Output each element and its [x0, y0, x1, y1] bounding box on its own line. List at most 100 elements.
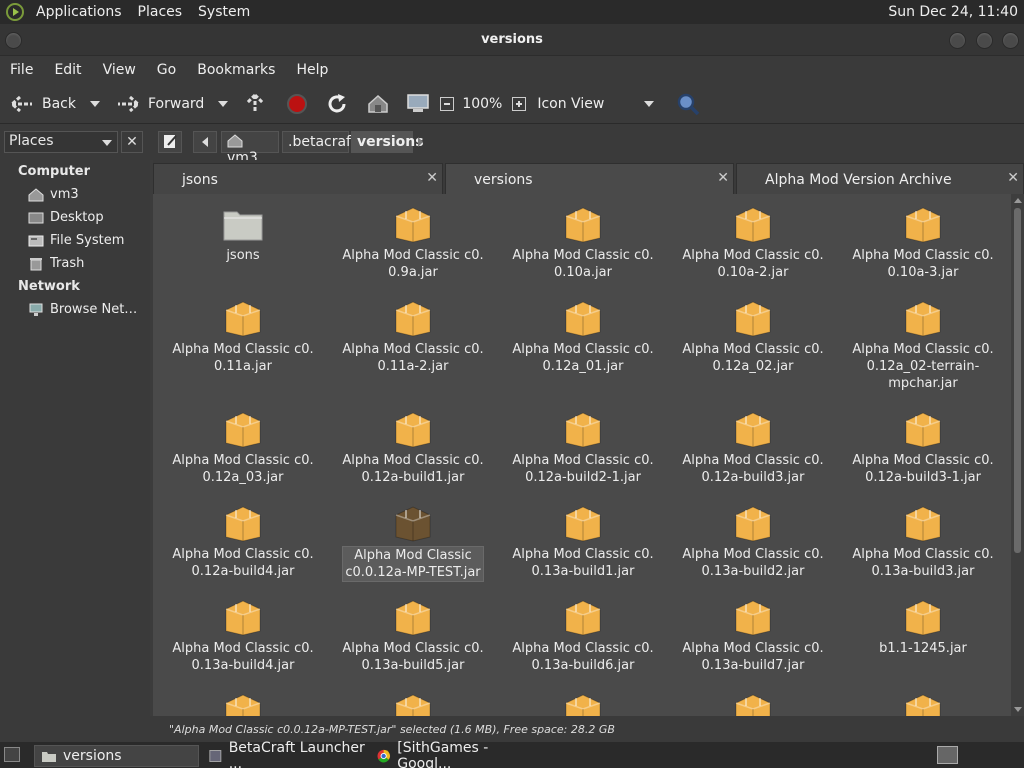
tab-label: Alpha Mod Version Archive — [765, 172, 952, 188]
file-item[interactable]: Alpha Mod Classic c0. 0.9a.jar — [338, 204, 488, 281]
tab-close-icon[interactable]: ✕ — [1007, 170, 1019, 186]
file-item[interactable]: Alpha Mod Classic c0. 0.12a_03.jar — [168, 409, 318, 486]
search-icon[interactable] — [676, 92, 700, 116]
sidebar-item-desktop[interactable]: Desktop — [0, 206, 150, 229]
file-item[interactable]: Alpha Mod Classic c0. 0.12a-build3-1.jar — [848, 409, 998, 486]
close-sidebar-button[interactable]: ✕ — [121, 131, 143, 153]
edit-location-button[interactable] — [158, 131, 182, 153]
file-name-label: Alpha Mod Classic c0. 0.13a-build6.jar — [512, 641, 654, 673]
zoom-out-icon[interactable] — [440, 96, 455, 111]
file-item[interactable]: Alpha Mod Classic c0. 0.12a_01.jar — [508, 298, 658, 375]
reload-icon[interactable] — [326, 93, 348, 115]
vertical-scrollbar[interactable] — [1011, 194, 1024, 716]
file-item[interactable]: Alpha Mod Classic c0. 0.13a-build1.jar — [508, 503, 658, 580]
file-item[interactable] — [508, 691, 658, 716]
places-menu[interactable]: Places — [130, 4, 191, 20]
package-icon — [735, 600, 771, 636]
tab-versions[interactable]: versions ✕ — [445, 163, 734, 194]
file-item[interactable]: Alpha Mod Classic c0. 0.13a-build3.jar — [848, 503, 998, 580]
breadcrumb-vm3[interactable]: vm3 — [221, 131, 279, 166]
tab-close-icon[interactable]: ✕ — [426, 170, 438, 186]
scroll-up-icon[interactable] — [1014, 198, 1022, 203]
breadcrumb-versions[interactable]: versions — [351, 131, 424, 153]
breadcrumb-betacraft[interactable]: .betacraft — [282, 131, 356, 153]
sidebar-item-vm3[interactable]: vm3 — [0, 183, 150, 206]
workspace-switcher[interactable] — [937, 746, 958, 764]
minimize-button[interactable] — [949, 32, 966, 49]
file-name-label: b1.1-1245.jar — [879, 641, 967, 656]
file-item[interactable]: Alpha Mod Classic c0. 0.13a-build5.jar — [338, 597, 488, 674]
view-mode-select[interactable]: Icon View — [537, 84, 655, 123]
home-icon[interactable] — [366, 93, 390, 115]
taskbar-item-betacraft[interactable]: BetaCraft Launcher ... — [202, 740, 370, 768]
show-desktop-icon[interactable] — [4, 747, 20, 762]
sidebar-item-trash[interactable]: Trash — [0, 252, 150, 275]
tab-alpha-mod-version-archive[interactable]: Alpha Mod Version Archive ✕ — [736, 163, 1024, 194]
file-item[interactable]: Alpha Mod Classic c0. 0.13a-build7.jar — [678, 597, 828, 674]
toolbar: Back Forward 100% Icon View — [0, 84, 1024, 124]
menu-bookmarks[interactable]: Bookmarks — [187, 62, 286, 78]
menu-help[interactable]: Help — [286, 62, 339, 78]
maximize-button[interactable] — [976, 32, 993, 49]
file-item[interactable] — [168, 691, 318, 716]
stop-icon[interactable] — [286, 93, 308, 115]
file-item[interactable] — [678, 691, 828, 716]
file-item[interactable] — [848, 691, 998, 716]
up-arrow-icon[interactable] — [244, 93, 266, 115]
file-item[interactable] — [338, 691, 488, 716]
close-button[interactable] — [1002, 32, 1019, 49]
sidebar-item-browse-network[interactable]: Browse Net… — [0, 298, 150, 321]
file-item[interactable]: Alpha Mod Classic c0. 0.12a-build3.jar — [678, 409, 828, 486]
clock[interactable]: Sun Dec 24, 11:40 — [888, 4, 1018, 20]
sidebar-item-file-system[interactable]: File System — [0, 229, 150, 252]
file-item[interactable]: Alpha Mod Classic c0. 0.12a-build2-1.jar — [508, 409, 658, 486]
file-item[interactable]: Alpha Mod Classic c0. 0.12a_02.jar — [678, 298, 828, 375]
computer-icon[interactable] — [406, 93, 430, 115]
file-name-label: Alpha Mod Classic c0. 0.10a-3.jar — [852, 248, 994, 280]
file-item[interactable]: Alpha Mod Classic c0. 0.12a-build1.jar — [338, 409, 488, 486]
window-titlebar[interactable]: versions — [0, 24, 1024, 56]
package-icon — [395, 207, 431, 243]
back-history-arrow-icon[interactable] — [90, 100, 100, 107]
zoom-in-icon[interactable] — [512, 96, 527, 111]
back-button[interactable]: Back — [10, 84, 100, 123]
file-item[interactable]: Alpha Mod Classic c0. 0.10a-3.jar — [848, 204, 998, 281]
forward-button[interactable]: Forward — [116, 84, 229, 123]
file-item[interactable]: Alpha Mod Classic c0. 0.13a-build6.jar — [508, 597, 658, 674]
menu-view[interactable]: View — [93, 62, 147, 78]
menu-edit[interactable]: Edit — [44, 62, 92, 78]
file-name-label: Alpha Mod Classic c0. 0.12a-build3-1.jar — [852, 453, 994, 485]
file-item[interactable]: Alpha Mod Classic c0. 0.10a.jar — [508, 204, 658, 281]
forward-history-arrow-icon[interactable] — [218, 100, 229, 107]
file-item[interactable]: Alpha Mod Classic c0. 0.10a-2.jar — [678, 204, 828, 281]
path-scroll-right-button[interactable] — [418, 137, 423, 147]
sidebar-item-label: Desktop — [50, 210, 104, 225]
menu-file[interactable]: File — [0, 62, 44, 78]
gnome-foot-icon[interactable] — [6, 3, 24, 21]
system-menu[interactable]: System — [190, 4, 258, 20]
scroll-down-icon[interactable] — [1014, 707, 1022, 712]
path-scroll-left-button[interactable] — [193, 131, 217, 153]
folder-item[interactable]: jsons — [168, 204, 318, 264]
sidebar-mode-select[interactable]: Places — [4, 131, 118, 153]
taskbar-item-chrome[interactable]: [SithGames - Googl... — [370, 740, 540, 768]
places-sidebar: Computer vm3 Desktop File System Trash N… — [0, 160, 150, 716]
file-item[interactable]: Alpha Mod Classic c0. 0.11a-2.jar — [338, 298, 488, 375]
tab-close-icon[interactable]: ✕ — [717, 170, 729, 186]
tab-jsons[interactable]: jsons ✕ — [153, 163, 443, 194]
file-item[interactable]: Alpha Mod Classic c0. 0.12a_02-terrain-mp… — [848, 298, 998, 392]
file-item[interactable]: Alpha Mod Classic c0. 0.13a-build2.jar — [678, 503, 828, 580]
file-item[interactable]: Alpha Mod Classic c0. 0.13a-build4.jar — [168, 597, 318, 674]
applications-menu[interactable]: Applications — [28, 4, 130, 20]
package-icon — [905, 506, 941, 542]
scrollbar-thumb[interactable] — [1014, 208, 1021, 553]
file-item[interactable]: Alpha Mod Classic c0. 0.11a.jar — [168, 298, 318, 375]
menu-go[interactable]: Go — [147, 62, 187, 78]
file-item[interactable]: Alpha Mod Classic c0.0.12a-MP-TEST.jar — [338, 503, 488, 582]
taskbar-item-versions[interactable]: versions — [34, 745, 199, 767]
file-icon-view[interactable]: jsons Alpha Mod Classic c0. 0.9a.jar Alph… — [153, 194, 1011, 716]
file-item[interactable]: b1.1-1245.jar — [848, 597, 998, 657]
package-icon — [225, 301, 261, 337]
sidebar-heading-computer: Computer — [18, 164, 91, 179]
file-item[interactable]: Alpha Mod Classic c0. 0.12a-build4.jar — [168, 503, 318, 580]
